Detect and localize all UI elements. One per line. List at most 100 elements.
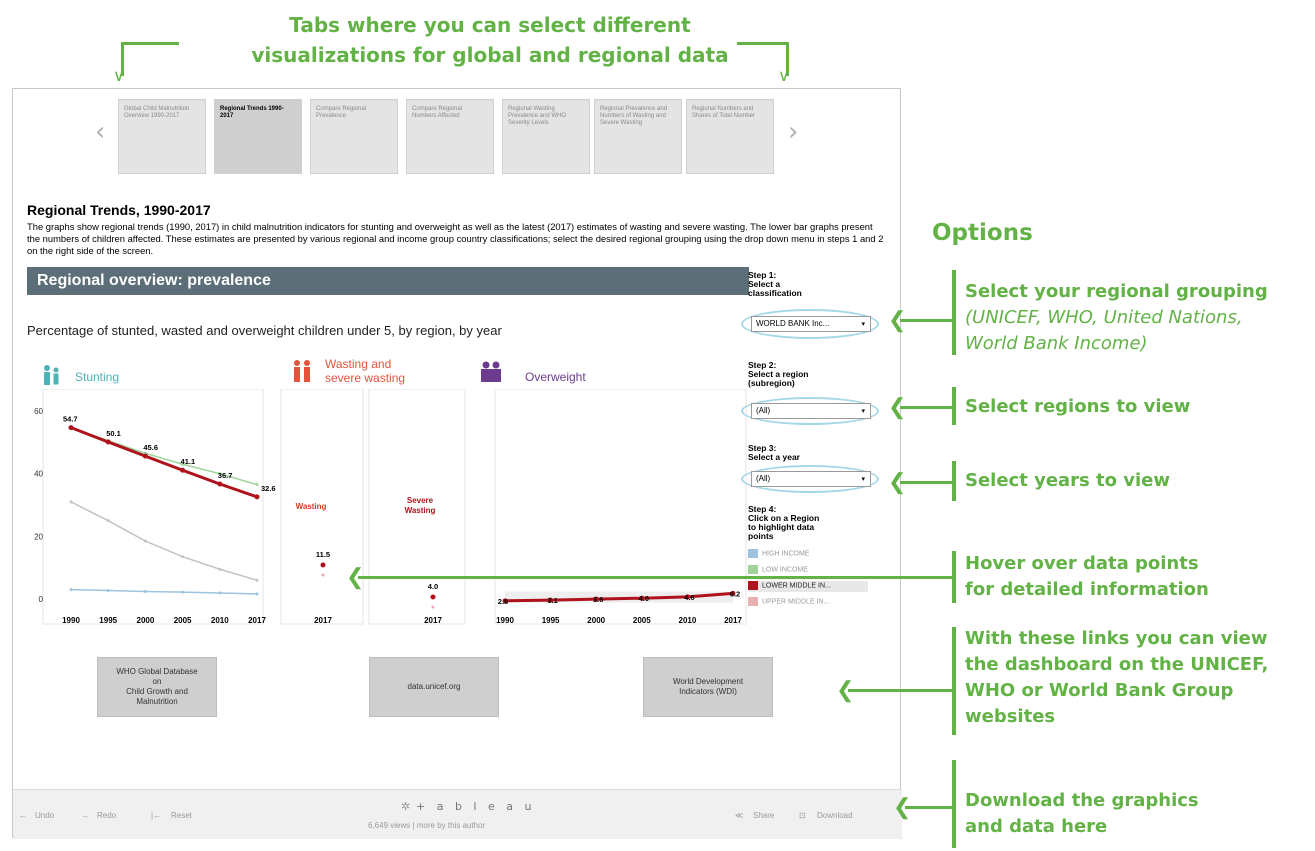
data-point (181, 555, 185, 559)
who-database-link[interactable]: WHO Global Database on Child Growth and … (97, 657, 217, 717)
wasting-label-line1: Wasting and (325, 357, 392, 371)
region-value: (All) (756, 406, 771, 415)
tableau-logo[interactable]: + a b l e a u (416, 800, 535, 813)
arrow-left-icon: ❮ (893, 794, 912, 819)
page-title: Regional Trends, 1990-2017 (27, 202, 211, 218)
step3-line2: Select a year (748, 452, 800, 462)
callout-bar (952, 461, 956, 501)
tableau-logo-icon: ✲ (401, 801, 411, 813)
legend-swatch (748, 549, 758, 558)
callout-bar (952, 270, 956, 355)
legend-label: HIGH INCOME (762, 550, 810, 558)
data-point (430, 594, 436, 600)
options-heading: Options (932, 220, 1033, 246)
prevalence-chart: 0 20 40 60 1990 1995 2000 2005 2010 2017 54.7 50.1 4… (34, 389, 747, 625)
x-tick-label: 2010 (211, 616, 229, 625)
links-callout-line3: WHO or World Bank Group (965, 680, 1234, 701)
legend-high-income[interactable]: HIGH INCOME (748, 549, 809, 560)
x-tick-label: 1995 (99, 616, 117, 625)
tableau-toolbar: ← Undo → Redo |← Reset ✲ + a b l e a u 6… (13, 789, 902, 839)
tab-wasting-numbers[interactable]: Regional Prevalence and Numbers of Wasti… (594, 99, 682, 174)
wasting-children-icon (291, 359, 313, 388)
reset-button[interactable]: Reset (171, 811, 192, 820)
tabs-callout-line1: Tabs where you can select different (289, 13, 691, 37)
x-tick-label: 2005 (174, 616, 192, 625)
bracket-left-h (121, 42, 179, 45)
data-label: 4.0 (639, 594, 649, 603)
tab-compare-prevalence[interactable]: Compare Regional Prevalence (310, 99, 398, 174)
callout-bar (952, 627, 956, 735)
who-link-line2: on (152, 677, 162, 686)
data-point (106, 519, 110, 523)
section-banner: Regional overview: prevalence (27, 267, 749, 295)
step4-heading: Step 4: Click on a Region to highlight d… (748, 505, 819, 541)
data-label: 6.2 (730, 589, 740, 598)
tab-wasting-severity[interactable]: Regional Wasting Prevalence and WHO Seve… (502, 99, 590, 174)
who-link-line3: Child Growth and (126, 687, 188, 696)
region-select[interactable]: (All) ▾ (751, 403, 871, 419)
x-tick-label: 2000 (137, 616, 155, 625)
y-tick-label: 0 (39, 595, 44, 604)
data-label: 2.8 (498, 597, 508, 606)
legend-label: LOW INCOME (762, 566, 808, 574)
tab-shares-total[interactable]: Regional Numbers and Shares of Total Num… (686, 99, 774, 174)
series-line (70, 426, 258, 499)
data-point (181, 590, 185, 594)
legend-low-income[interactable]: LOW INCOME (748, 565, 808, 576)
who-link-line1: WHO Global Database (116, 667, 198, 676)
undo-icon: ← (19, 811, 27, 820)
legend-upper-middle-income[interactable]: UPPER MIDDLE IN... (748, 597, 829, 608)
data-point (254, 494, 260, 500)
unicef-data-link[interactable]: data.unicef.org (369, 657, 499, 717)
wb-link-line1: World Development (672, 677, 744, 686)
x-tick-label: 2000 (587, 616, 605, 625)
years-callout: Select years to view (965, 470, 1171, 491)
wasting-panel-label: Wasting (296, 502, 327, 511)
callout-pointer (905, 806, 952, 809)
share-icon: ≪ (735, 811, 744, 820)
step2-line3: (subregion) (748, 378, 795, 388)
data-point (320, 562, 326, 568)
view-count[interactable]: 6,649 views | more by this author (368, 821, 485, 830)
world-bank-wdi-link[interactable]: World Development Indicators (WDI) (643, 657, 773, 717)
data-label: 41.1 (181, 457, 196, 466)
classification-select[interactable]: WORLD BANK Inc... ▾ (751, 316, 871, 332)
x-tick-label: 2010 (679, 616, 697, 625)
wasting-label: Wasting and severe wasting (325, 357, 405, 385)
legend-swatch (748, 597, 758, 606)
prev-tab-icon[interactable]: ‹ (95, 117, 105, 147)
callout-pointer (900, 319, 952, 322)
arrow-left-icon: ❮ (346, 564, 365, 589)
callout-pointer (900, 481, 952, 484)
legend-lower-middle-income[interactable]: LOWER MIDDLE IN... (748, 581, 868, 592)
tab-compare-numbers[interactable]: Compare Regional Numbers Affected (406, 99, 494, 174)
overweight-children-icon (479, 361, 503, 388)
regions-callout: Select regions to view (965, 396, 1191, 417)
tab-global-overview[interactable]: Global Child Malnutrition Overview 1990-… (118, 99, 206, 174)
x-tick-label: 1990 (62, 616, 80, 625)
step2-heading: Step 2: Select a region (subregion) (748, 361, 808, 388)
data-point (180, 467, 186, 473)
reset-icon: |← (151, 811, 162, 820)
page-description: The graphs show regional trends (1990, 2… (27, 221, 884, 256)
data-point (68, 425, 74, 431)
share-button[interactable]: Share (753, 811, 774, 820)
bracket-right-h (737, 42, 789, 45)
step1-heading: Step 1: Select a classification (748, 271, 802, 298)
data-label: 54.7 (63, 415, 78, 424)
undo-button[interactable]: Undo (35, 811, 54, 820)
data-point (218, 567, 222, 571)
step3-heading: Step 3: Select a year (748, 444, 800, 462)
download-button[interactable]: Download (817, 811, 853, 820)
chart-subtitle: Percentage of stunted, wasted and overwe… (27, 323, 502, 338)
grouping-callout-sub2: World Bank Income) (965, 333, 1148, 354)
y-tick-label: 20 (34, 532, 43, 541)
data-label: 3.1 (547, 596, 557, 605)
redo-button[interactable]: Redo (97, 811, 116, 820)
next-tab-icon[interactable]: › (788, 117, 798, 147)
data-point (431, 605, 435, 609)
data-label: 11.5 (316, 550, 330, 559)
tab-regional-trends[interactable]: Regional Trends 1990-2017 (214, 99, 302, 174)
year-select[interactable]: (All) ▾ (751, 471, 871, 487)
hover-callout-line2: for detailed information (965, 579, 1209, 600)
